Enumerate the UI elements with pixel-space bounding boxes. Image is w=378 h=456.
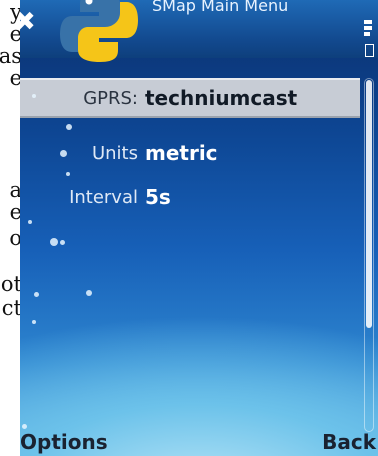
doc-line: ot [0, 272, 22, 296]
close-icon[interactable]: ✖ [20, 9, 36, 35]
decor-bubble [28, 220, 32, 224]
setting-row-interval[interactable]: Interval 5s [20, 178, 360, 218]
setting-value: techniumcast [145, 86, 298, 110]
setting-value: metric [145, 141, 218, 165]
setting-label: GPRS: [83, 88, 138, 109]
doc-line: as [0, 44, 22, 68]
decor-bubble [60, 150, 67, 157]
scrollbar[interactable] [364, 78, 374, 432]
phone-screen: SMap Main Menu ✖ GPRS: techniumcast Unit… [20, 0, 378, 456]
setting-label: Interval [69, 187, 138, 208]
setting-row-units[interactable]: Units metric [20, 134, 360, 174]
app-title: SMap Main Menu [152, 0, 289, 15]
doc-line: ct [1, 296, 22, 320]
decor-bubble [66, 124, 72, 130]
decor-bubble [50, 238, 58, 246]
signal-strength-icon [364, 20, 372, 38]
battery-icon [365, 44, 374, 57]
background-document-strip: y e as e a e o ot ct [0, 0, 22, 456]
decor-bubble [66, 172, 70, 176]
decor-bubble [60, 240, 65, 245]
back-softkey[interactable]: Back [322, 430, 376, 454]
decor-bubble [34, 292, 39, 297]
decor-bubble [32, 94, 36, 98]
softkey-bar: Options Back [20, 422, 378, 456]
setting-label: Units [91, 143, 138, 164]
decor-bubble [86, 290, 92, 296]
decor-bubble [32, 320, 36, 324]
options-softkey[interactable]: Options [20, 430, 108, 454]
setting-value: 5s [145, 185, 171, 209]
python-logo-icon [60, 0, 138, 62]
scrollbar-thumb[interactable] [366, 80, 372, 328]
setting-row-gprs[interactable]: GPRS: techniumcast [20, 78, 360, 118]
